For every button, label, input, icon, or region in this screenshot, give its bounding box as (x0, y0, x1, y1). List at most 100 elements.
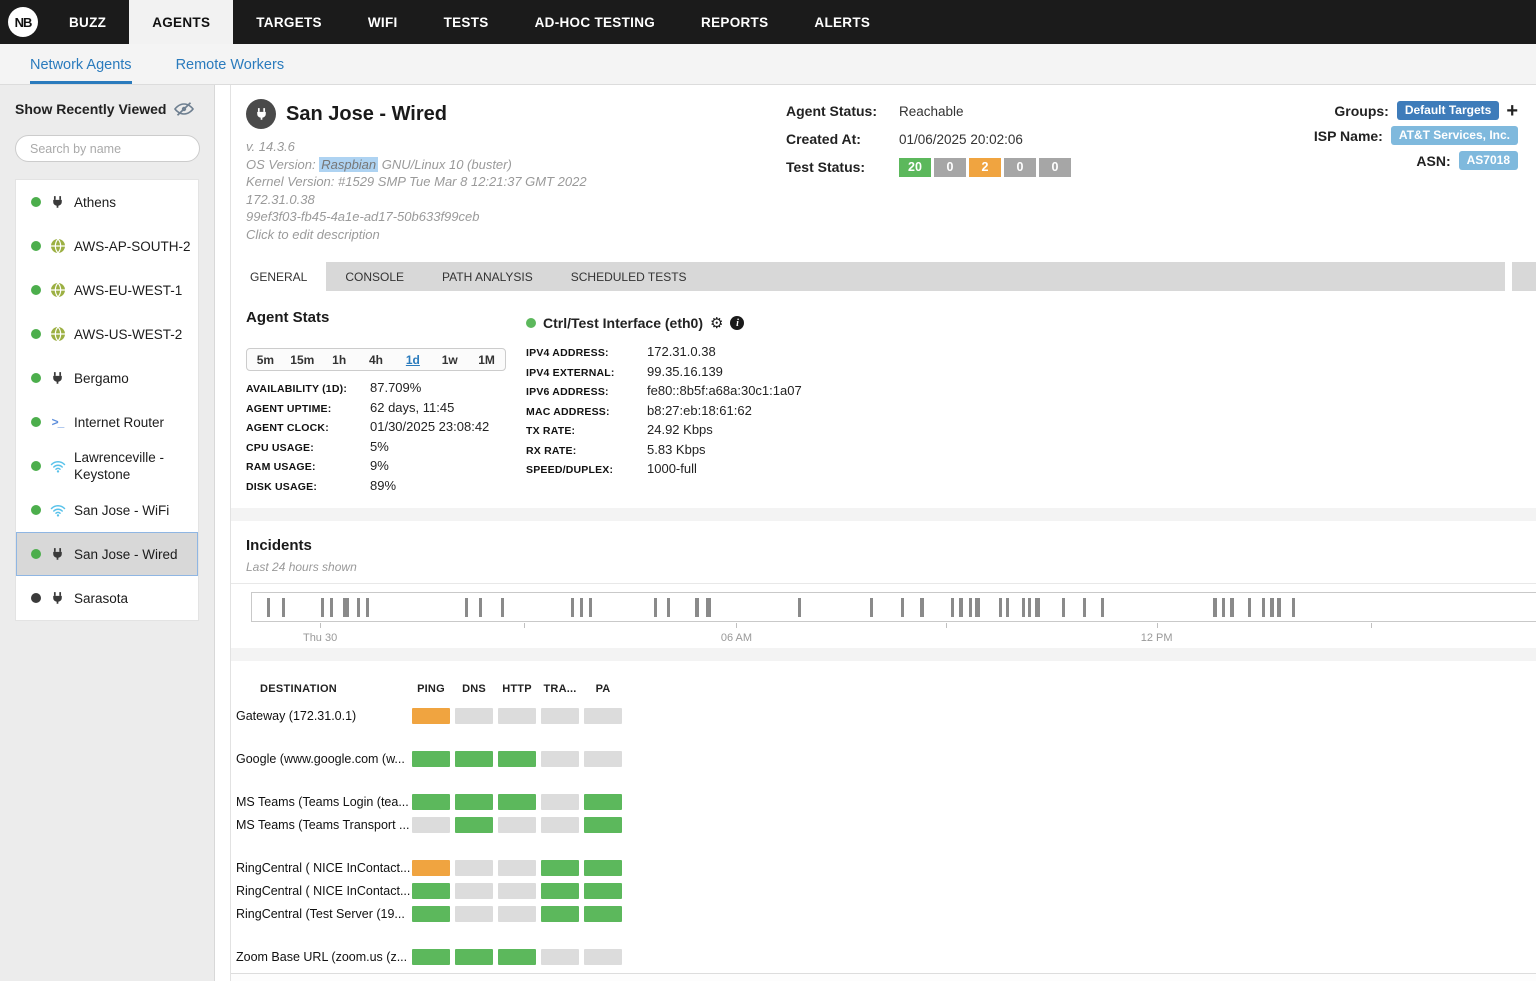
add-group-button[interactable]: + (1506, 103, 1518, 119)
incident-bar[interactable] (267, 598, 270, 617)
test-status-cell[interactable] (541, 794, 579, 810)
tab-console[interactable]: CONSOLE (326, 262, 423, 291)
test-status-cell[interactable] (584, 708, 622, 724)
incident-bar[interactable] (1222, 598, 1225, 617)
sidebar-item-san-jose-wifi[interactable]: San Jose - WiFi (16, 488, 198, 532)
test-status-cell[interactable] (584, 883, 622, 899)
incident-bar[interactable] (695, 598, 699, 617)
destination-name[interactable]: RingCentral (Test Server (19... (236, 907, 412, 921)
incident-bar[interactable] (951, 598, 954, 617)
tab-scheduled-tests[interactable]: SCHEDULED TESTS (552, 262, 706, 291)
incident-bar[interactable] (1292, 598, 1295, 617)
test-status-cell[interactable] (455, 817, 493, 833)
sidebar-item-athens[interactable]: Athens (16, 180, 198, 224)
incident-bar[interactable] (1062, 598, 1065, 617)
time-range-1w[interactable]: 1w (431, 349, 468, 370)
sidebar-item-aws-eu-west-1[interactable]: AWS-EU-WEST-1 (16, 268, 198, 312)
nav-item-buzz[interactable]: BUZZ (46, 0, 129, 44)
sidebar-item-bergamo[interactable]: Bergamo (16, 356, 198, 400)
test-status-cell[interactable] (498, 906, 536, 922)
test-status-cell[interactable] (584, 817, 622, 833)
incident-bar[interactable] (501, 598, 504, 617)
test-status-cell[interactable] (541, 906, 579, 922)
destination-name[interactable]: Gateway (172.31.0.1) (236, 709, 412, 723)
sidebar-item-aws-us-west-2[interactable]: AWS-US-WEST-2 (16, 312, 198, 356)
test-status-cell[interactable] (498, 708, 536, 724)
test-status-badge[interactable]: 0 (934, 158, 966, 177)
test-status-cell[interactable] (498, 817, 536, 833)
test-status-cell[interactable] (412, 883, 450, 899)
test-status-cell[interactable] (584, 949, 622, 965)
test-status-cell[interactable] (455, 751, 493, 767)
test-status-cell[interactable] (541, 751, 579, 767)
nav-item-tests[interactable]: TESTS (421, 0, 512, 44)
incident-bar[interactable] (920, 598, 924, 617)
sidebar-item-aws-ap-south-2[interactable]: AWS-AP-SOUTH-2 (16, 224, 198, 268)
test-status-badge[interactable]: 0 (1004, 158, 1036, 177)
sidebar-item-sarasota[interactable]: Sarasota (16, 576, 198, 620)
incident-bar[interactable] (580, 598, 583, 617)
nav-item-alerts[interactable]: ALERTS (791, 0, 893, 44)
incident-bar[interactable] (366, 598, 369, 617)
incident-bar[interactable] (798, 598, 801, 617)
sidebar-item-internet-router[interactable]: >_ Internet Router (16, 400, 198, 444)
destination-name[interactable]: Google (www.google.com (w... (236, 752, 412, 766)
test-status-cell[interactable] (412, 708, 450, 724)
incident-bar[interactable] (1035, 598, 1040, 617)
incident-bar[interactable] (330, 598, 333, 617)
destination-name[interactable]: RingCentral ( NICE InContact... (236, 884, 412, 898)
incident-bar[interactable] (1213, 598, 1217, 617)
incident-bar[interactable] (1277, 598, 1281, 617)
test-status-cell[interactable] (541, 949, 579, 965)
test-status-cell[interactable] (541, 883, 579, 899)
brand[interactable]: NB (0, 0, 46, 44)
incident-bar[interactable] (589, 598, 592, 617)
incident-bar[interactable] (1262, 598, 1265, 617)
test-status-cell[interactable] (498, 883, 536, 899)
subnav-item-remote-workers[interactable]: Remote Workers (176, 57, 285, 84)
test-status-cell[interactable] (584, 751, 622, 767)
test-status-cell[interactable] (455, 949, 493, 965)
test-status-badge[interactable]: 0 (1039, 158, 1071, 177)
tab-path-analysis[interactable]: PATH ANALYSIS (423, 262, 552, 291)
test-status-cell[interactable] (412, 751, 450, 767)
time-range-4h[interactable]: 4h (358, 349, 395, 370)
time-range-1h[interactable]: 1h (321, 349, 358, 370)
incident-bar[interactable] (901, 598, 904, 617)
incident-bar[interactable] (1022, 598, 1025, 617)
test-status-cell[interactable] (412, 817, 450, 833)
test-status-cell[interactable] (455, 860, 493, 876)
sidebar-item-san-jose-wired[interactable]: San Jose - Wired (16, 532, 198, 576)
sidebar-item-lawrenceville-keystone[interactable]: Lawrenceville - Keystone (16, 444, 198, 488)
nav-item-agents[interactable]: AGENTS (129, 0, 233, 44)
incident-bar[interactable] (654, 598, 657, 617)
incident-bar[interactable] (870, 598, 873, 617)
incident-bar[interactable] (1101, 598, 1104, 617)
show-recently-viewed-toggle[interactable]: Show Recently Viewed (0, 85, 214, 117)
edit-description-link[interactable]: Click to edit description (246, 226, 587, 244)
time-range-5m[interactable]: 5m (247, 349, 284, 370)
nav-item-reports[interactable]: REPORTS (678, 0, 791, 44)
incident-bar[interactable] (357, 598, 360, 617)
incident-bar[interactable] (959, 598, 963, 617)
time-range-1d[interactable]: 1d (394, 349, 431, 370)
tab-general[interactable]: GENERAL (231, 262, 326, 291)
test-status-cell[interactable] (584, 860, 622, 876)
incident-bar[interactable] (479, 598, 482, 617)
test-status-cell[interactable] (412, 949, 450, 965)
incident-bar[interactable] (1270, 598, 1274, 617)
test-status-cell[interactable] (541, 708, 579, 724)
incident-bar[interactable] (1006, 598, 1009, 617)
test-status-badge[interactable]: 20 (899, 158, 931, 177)
incident-bar[interactable] (1248, 598, 1251, 617)
test-status-cell[interactable] (498, 860, 536, 876)
subnav-item-network-agents[interactable]: Network Agents (30, 57, 132, 84)
test-status-cell[interactable] (541, 817, 579, 833)
time-range-1M[interactable]: 1M (468, 349, 505, 370)
test-status-cell[interactable] (455, 794, 493, 810)
incident-bar[interactable] (321, 598, 324, 617)
time-range-15m[interactable]: 15m (284, 349, 321, 370)
incident-bar[interactable] (1028, 598, 1031, 617)
incident-bar[interactable] (343, 598, 349, 617)
test-status-cell[interactable] (584, 906, 622, 922)
